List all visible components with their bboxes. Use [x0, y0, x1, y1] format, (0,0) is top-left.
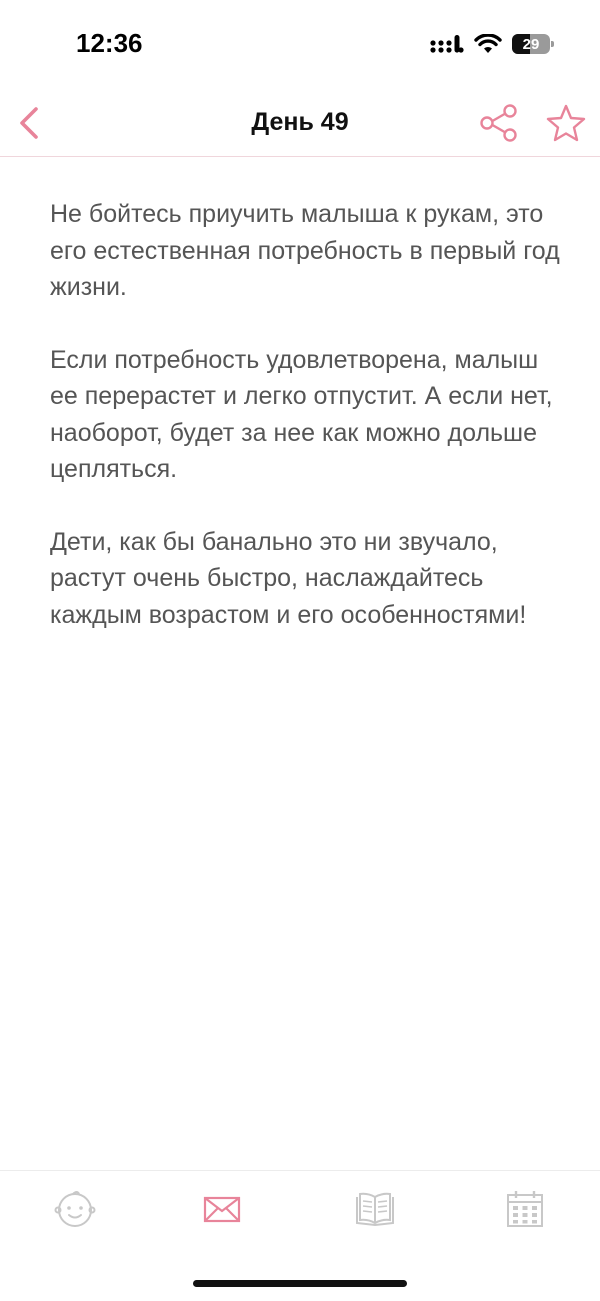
tab-calendar[interactable] [503, 1189, 547, 1229]
status-time: 12:36 [76, 28, 143, 58]
battery-level: 29 [522, 35, 540, 53]
status-icons: 29 [430, 33, 554, 55]
favorite-button[interactable] [545, 103, 587, 143]
battery-tip [551, 41, 554, 47]
calendar-icon [507, 1191, 543, 1227]
article-body: Не бойтесь приучить малыша к рукам, это … [50, 196, 560, 669]
paragraph: Не бойтесь приучить малыша к рукам, это … [50, 200, 560, 301]
status-bar: 12:36 29 [0, 0, 600, 90]
paragraph: Дети, как бы банально это ни звучало, ра… [50, 527, 527, 629]
cellular-signal-icon [430, 35, 464, 53]
share-icon [480, 104, 517, 142]
star-icon [546, 104, 586, 142]
tab-messages[interactable] [200, 1189, 244, 1229]
tab-baby[interactable] [53, 1189, 97, 1229]
paragraph: Если потребность удовлетворена, малыш ее… [50, 345, 553, 484]
baby-face-icon [54, 1191, 96, 1227]
battery-icon: 29 [512, 34, 554, 54]
envelope-icon [203, 1196, 241, 1223]
tab-library[interactable] [353, 1189, 397, 1229]
open-book-icon [356, 1192, 394, 1227]
home-indicator[interactable] [193, 1280, 407, 1287]
wifi-icon [474, 34, 502, 53]
share-button[interactable] [478, 104, 520, 142]
nav-bar: День 49 [0, 90, 600, 157]
